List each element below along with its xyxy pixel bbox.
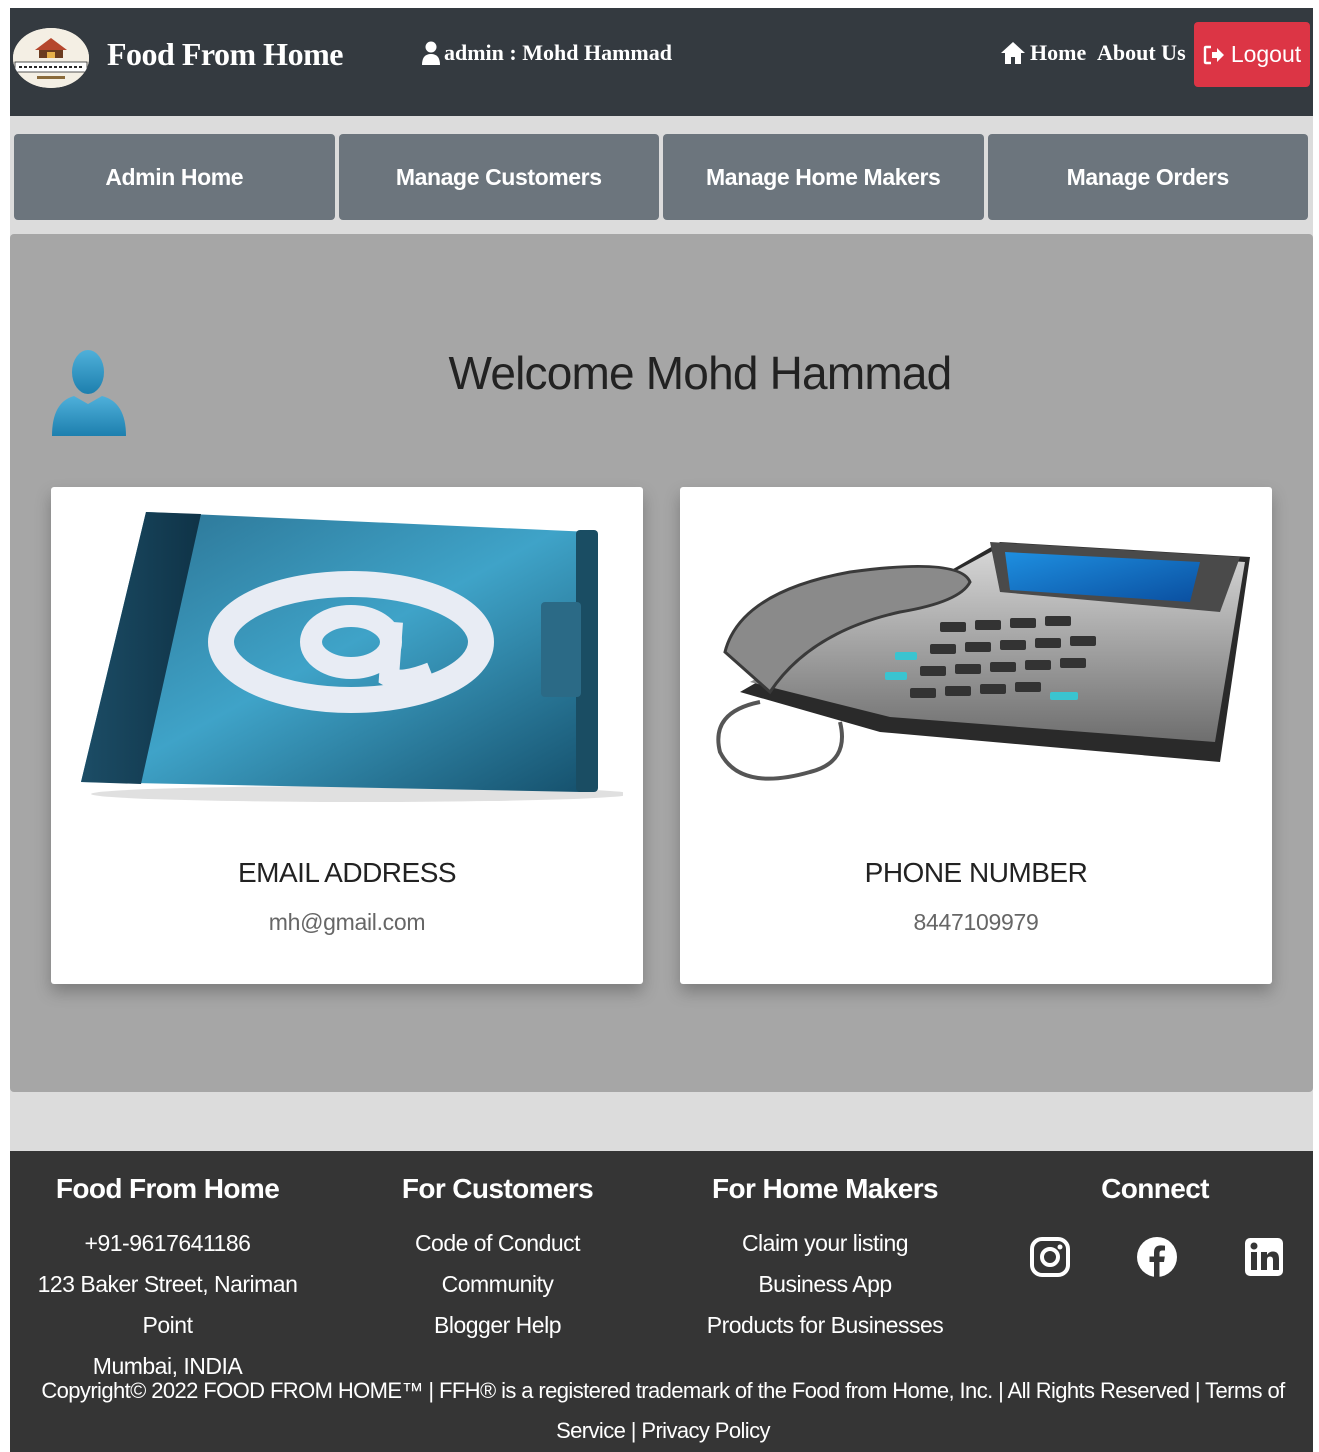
nav-home-text: Home — [1030, 40, 1087, 65]
nav-about-link[interactable]: About Us — [1097, 40, 1186, 66]
footer-home-makers-title: For Home Makers — [712, 1173, 939, 1204]
logout-button[interactable]: Logout — [1194, 22, 1310, 87]
logout-text: Logout — [1230, 41, 1302, 67]
footer-col-home-makers: For Home Makers Claim your listing Busin… — [690, 1173, 960, 1346]
desk-phone-image — [716, 542, 1250, 781]
user-icon — [422, 41, 440, 65]
tab-manage-orders[interactable]: Manage Orders — [987, 134, 1308, 220]
linkedin-icon[interactable] — [1242, 1235, 1286, 1279]
footer-copyright: Copyright© 2022 FOOD FROM HOME™ | FFH® i… — [41, 1378, 1285, 1443]
admin-user-text: admin : Mohd Hammad — [444, 40, 672, 65]
instagram-icon[interactable] — [1028, 1235, 1072, 1279]
nav-home-link[interactable]: Home — [1000, 40, 1086, 66]
phone-card-title: PHONE NUMBER — [864, 857, 1088, 888]
footer-col-brand: Food From Home +91-9617641186 123 Baker … — [20, 1173, 315, 1387]
home-icon — [1001, 42, 1025, 64]
footer-phone: +91-9617641186 — [84, 1230, 251, 1256]
footer-link-code-of-conduct[interactable]: Code of Conduct — [370, 1223, 625, 1264]
footer-link-blogger-help[interactable]: Blogger Help — [370, 1305, 625, 1346]
footer-link-products-for-businesses[interactable]: Products for Businesses — [690, 1305, 960, 1346]
main-panel: Welcome Mohd Hammad EMAIL ADDRESS mh@gma… — [10, 234, 1313, 1092]
email-card: EMAIL ADDRESS mh@gmail.com — [51, 487, 643, 984]
footer-col-connect: Connect — [1020, 1173, 1290, 1279]
sign-out-icon — [1203, 45, 1224, 64]
footer-brand-title: Food From Home — [55, 1173, 280, 1204]
footer-link-business-app[interactable]: Business App — [690, 1264, 960, 1305]
admin-user-label: admin : Mohd Hammad — [422, 40, 672, 66]
footer-link-claim-listing[interactable]: Claim your listing — [690, 1223, 960, 1264]
footer-connect-title: Connect — [1101, 1173, 1209, 1204]
facebook-icon[interactable] — [1135, 1235, 1179, 1279]
phone-value: 8447109979 — [913, 909, 1039, 935]
tab-manage-customers[interactable]: Manage Customers — [338, 134, 659, 220]
email-value: mh@gmail.com — [268, 909, 426, 935]
site-footer: Food From Home +91-9617641186 123 Baker … — [10, 1151, 1313, 1452]
welcome-heading: Welcome Mohd Hammad — [448, 347, 953, 399]
footer-col-customers: For Customers Code of Conduct Community … — [370, 1173, 625, 1346]
brand-name[interactable]: Food From Home — [107, 36, 343, 73]
top-navbar: Food From Home admin : Mohd Hammad Home … — [10, 8, 1313, 116]
admin-tabs: Admin Home Manage Customers Manage Home … — [14, 134, 1308, 220]
page-frame: Food From Home admin : Mohd Hammad Home … — [10, 8, 1313, 1452]
footer-address: 123 Baker Street, Nariman Point — [37, 1271, 298, 1338]
social-links — [1020, 1223, 1290, 1279]
footer-link-community[interactable]: Community — [370, 1264, 625, 1305]
footer-customers-title: For Customers — [401, 1173, 594, 1204]
email-card-title: EMAIL ADDRESS — [237, 857, 457, 888]
phone-card: PHONE NUMBER 8447109979 — [680, 487, 1272, 984]
brand-logo[interactable] — [13, 28, 89, 88]
tab-admin-home[interactable]: Admin Home — [14, 134, 335, 220]
tab-manage-home-makers[interactable]: Manage Home Makers — [663, 134, 984, 220]
email-book-image — [81, 512, 623, 802]
